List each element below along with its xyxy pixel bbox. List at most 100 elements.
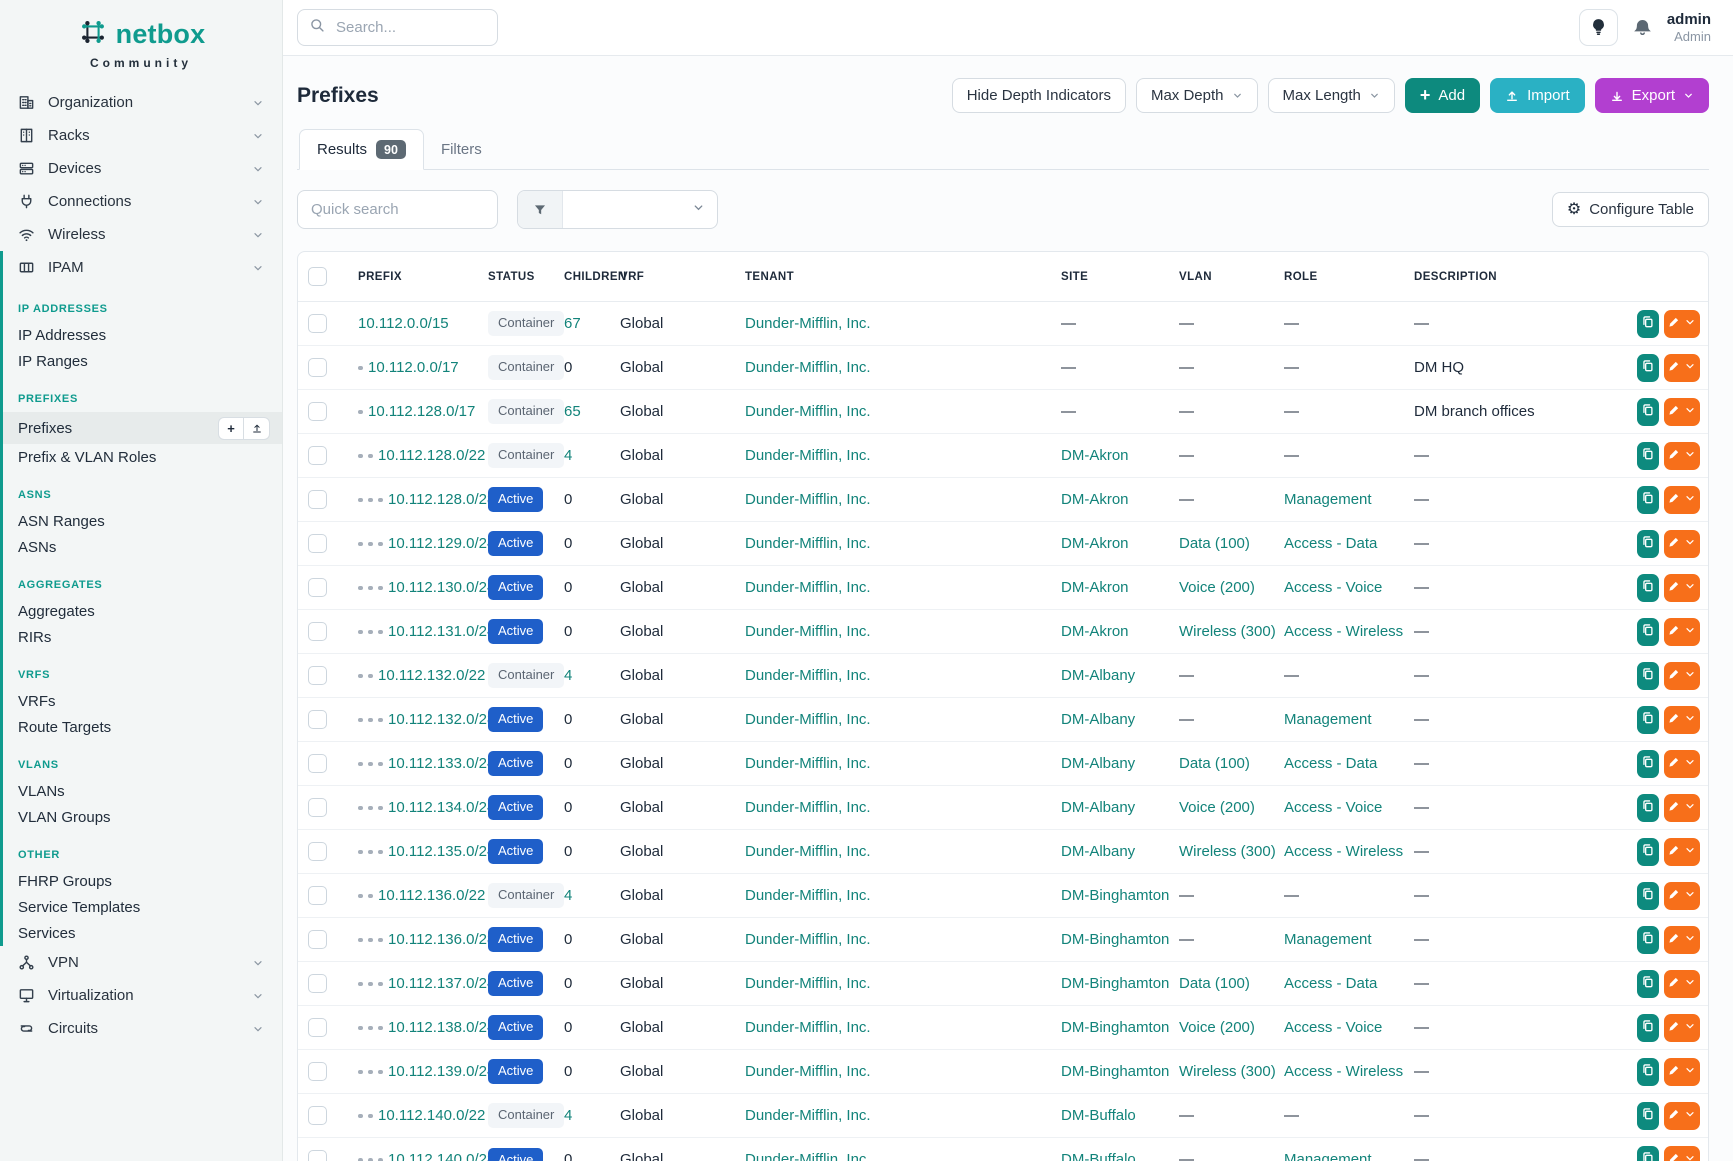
row-checkbox[interactable] xyxy=(308,1150,327,1161)
copy-button[interactable] xyxy=(1637,574,1659,602)
row-checkbox[interactable] xyxy=(308,886,327,905)
column-header-role[interactable]: ROLE xyxy=(1274,252,1404,302)
role-link[interactable]: Access - Voice xyxy=(1284,799,1382,816)
copy-button[interactable] xyxy=(1637,486,1659,514)
prefix-link[interactable]: 10.112.132.0/22 xyxy=(378,667,485,684)
row-checkbox[interactable] xyxy=(308,930,327,949)
site-link[interactable]: DM-Buffalo xyxy=(1061,1107,1136,1124)
tenant-link[interactable]: Dunder-Mifflin, Inc. xyxy=(745,931,871,948)
site-link[interactable]: DM-Akron xyxy=(1061,535,1129,552)
logo[interactable]: netbox Community xyxy=(0,0,282,80)
site-link[interactable]: DM-Akron xyxy=(1061,623,1129,640)
prefix-link[interactable]: 10.112.131.0/24 xyxy=(388,623,495,640)
tenant-link[interactable]: Dunder-Mifflin, Inc. xyxy=(745,799,871,816)
role-link[interactable]: Management xyxy=(1284,1151,1372,1161)
role-link[interactable]: Access - Data xyxy=(1284,975,1377,992)
vlan-link[interactable]: Voice (200) xyxy=(1179,579,1255,596)
children-link[interactable]: 4 xyxy=(564,447,572,464)
row-checkbox[interactable] xyxy=(308,1018,327,1037)
add-button[interactable]: + Add xyxy=(1405,78,1480,113)
prefix-link[interactable]: 10.112.136.0/22 xyxy=(378,887,485,904)
edit-button[interactable] xyxy=(1664,1058,1700,1086)
copy-button[interactable] xyxy=(1637,970,1659,998)
vlan-link[interactable]: Wireless (300) xyxy=(1179,843,1276,860)
copy-button[interactable] xyxy=(1637,750,1659,778)
row-checkbox[interactable] xyxy=(308,446,327,465)
hide-depth-indicators-button[interactable]: Hide Depth Indicators xyxy=(952,78,1126,113)
tenant-link[interactable]: Dunder-Mifflin, Inc. xyxy=(745,1107,871,1124)
edit-button[interactable] xyxy=(1664,618,1700,646)
export-button[interactable]: Export xyxy=(1595,78,1709,113)
sidebar-item-racks[interactable]: Racks xyxy=(0,119,282,152)
column-header-prefix[interactable]: PREFIX xyxy=(348,252,478,302)
row-checkbox[interactable] xyxy=(308,622,327,641)
sidebar-item-prefixes[interactable]: Prefixes+ xyxy=(3,412,282,444)
copy-button[interactable] xyxy=(1637,530,1659,558)
import-prefix-button[interactable] xyxy=(244,417,270,440)
tenant-link[interactable]: Dunder-Mifflin, Inc. xyxy=(745,711,871,728)
edit-button[interactable] xyxy=(1664,926,1700,954)
tenant-link[interactable]: Dunder-Mifflin, Inc. xyxy=(745,447,871,464)
vlan-link[interactable]: Voice (200) xyxy=(1179,799,1255,816)
row-checkbox[interactable] xyxy=(308,314,327,333)
notifications-bell-icon[interactable] xyxy=(1633,18,1652,37)
edit-button[interactable] xyxy=(1664,838,1700,866)
sidebar-item-ipam[interactable]: IPAM xyxy=(3,251,282,284)
column-header-tenant[interactable]: TENANT xyxy=(735,252,1051,302)
prefix-link[interactable]: 10.112.136.0/28 xyxy=(388,931,495,948)
copy-button[interactable] xyxy=(1637,838,1659,866)
copy-button[interactable] xyxy=(1637,442,1659,470)
tenant-link[interactable]: Dunder-Mifflin, Inc. xyxy=(745,359,871,376)
edit-button[interactable] xyxy=(1664,1102,1700,1130)
sidebar-item-route-targets[interactable]: Route Targets xyxy=(3,714,282,740)
sidebar-item-service-templates[interactable]: Service Templates xyxy=(3,894,282,920)
sidebar-item-aggregates[interactable]: Aggregates xyxy=(3,598,282,624)
tab-filters[interactable]: Filters xyxy=(424,129,499,169)
quick-search-input[interactable] xyxy=(297,190,498,229)
copy-button[interactable] xyxy=(1637,706,1659,734)
sidebar-item-organization[interactable]: Organization xyxy=(0,86,282,119)
prefix-link[interactable]: 10.112.130.0/24 xyxy=(388,579,495,596)
column-header-status[interactable]: STATUS xyxy=(478,252,554,302)
prefix-link[interactable]: 10.112.134.0/24 xyxy=(388,799,495,816)
tenant-link[interactable]: Dunder-Mifflin, Inc. xyxy=(745,1151,871,1161)
sidebar-item-fhrp-groups[interactable]: FHRP Groups xyxy=(3,868,282,894)
site-link[interactable]: DM-Binghamton xyxy=(1061,887,1169,904)
vlan-link[interactable]: Voice (200) xyxy=(1179,1019,1255,1036)
sidebar-item-connections[interactable]: Connections xyxy=(0,185,282,218)
prefix-link[interactable]: 10.112.140.0/28 xyxy=(388,1151,495,1161)
edit-button[interactable] xyxy=(1664,1146,1700,1161)
prefix-link[interactable]: 10.112.133.0/24 xyxy=(388,755,495,772)
vlan-link[interactable]: Wireless (300) xyxy=(1179,1063,1276,1080)
sidebar-item-ip-ranges[interactable]: IP Ranges xyxy=(3,348,282,374)
sidebar-item-devices[interactable]: Devices xyxy=(0,152,282,185)
prefix-link[interactable]: 10.112.132.0/28 xyxy=(388,711,495,728)
max-length-button[interactable]: Max Length xyxy=(1268,78,1395,113)
tenant-link[interactable]: Dunder-Mifflin, Inc. xyxy=(745,975,871,992)
edit-button[interactable] xyxy=(1664,530,1700,558)
tenant-link[interactable]: Dunder-Mifflin, Inc. xyxy=(745,403,871,420)
copy-button[interactable] xyxy=(1637,354,1659,382)
add-prefix-button[interactable]: + xyxy=(218,417,244,440)
edit-button[interactable] xyxy=(1664,486,1700,514)
edit-button[interactable] xyxy=(1664,354,1700,382)
site-link[interactable]: DM-Akron xyxy=(1061,447,1129,464)
tenant-link[interactable]: Dunder-Mifflin, Inc. xyxy=(745,579,871,596)
prefix-link[interactable]: 10.112.137.0/24 xyxy=(388,975,495,992)
tab-results[interactable]: Results 90 xyxy=(299,129,424,170)
row-checkbox[interactable] xyxy=(308,358,327,377)
sidebar-item-vlans[interactable]: VLANs xyxy=(3,778,282,804)
edit-button[interactable] xyxy=(1664,662,1700,690)
column-header-children[interactable]: CHILDREN xyxy=(554,252,610,302)
children-link[interactable]: 4 xyxy=(564,887,572,904)
vlan-link[interactable]: Data (100) xyxy=(1179,755,1250,772)
edit-button[interactable] xyxy=(1664,882,1700,910)
site-link[interactable]: DM-Albany xyxy=(1061,843,1135,860)
vlan-link[interactable]: Data (100) xyxy=(1179,975,1250,992)
tenant-link[interactable]: Dunder-Mifflin, Inc. xyxy=(745,535,871,552)
tenant-link[interactable]: Dunder-Mifflin, Inc. xyxy=(745,315,871,332)
edit-button[interactable] xyxy=(1664,1014,1700,1042)
tenant-link[interactable]: Dunder-Mifflin, Inc. xyxy=(745,623,871,640)
theme-toggle-button[interactable] xyxy=(1579,9,1618,46)
tenant-link[interactable]: Dunder-Mifflin, Inc. xyxy=(745,1019,871,1036)
